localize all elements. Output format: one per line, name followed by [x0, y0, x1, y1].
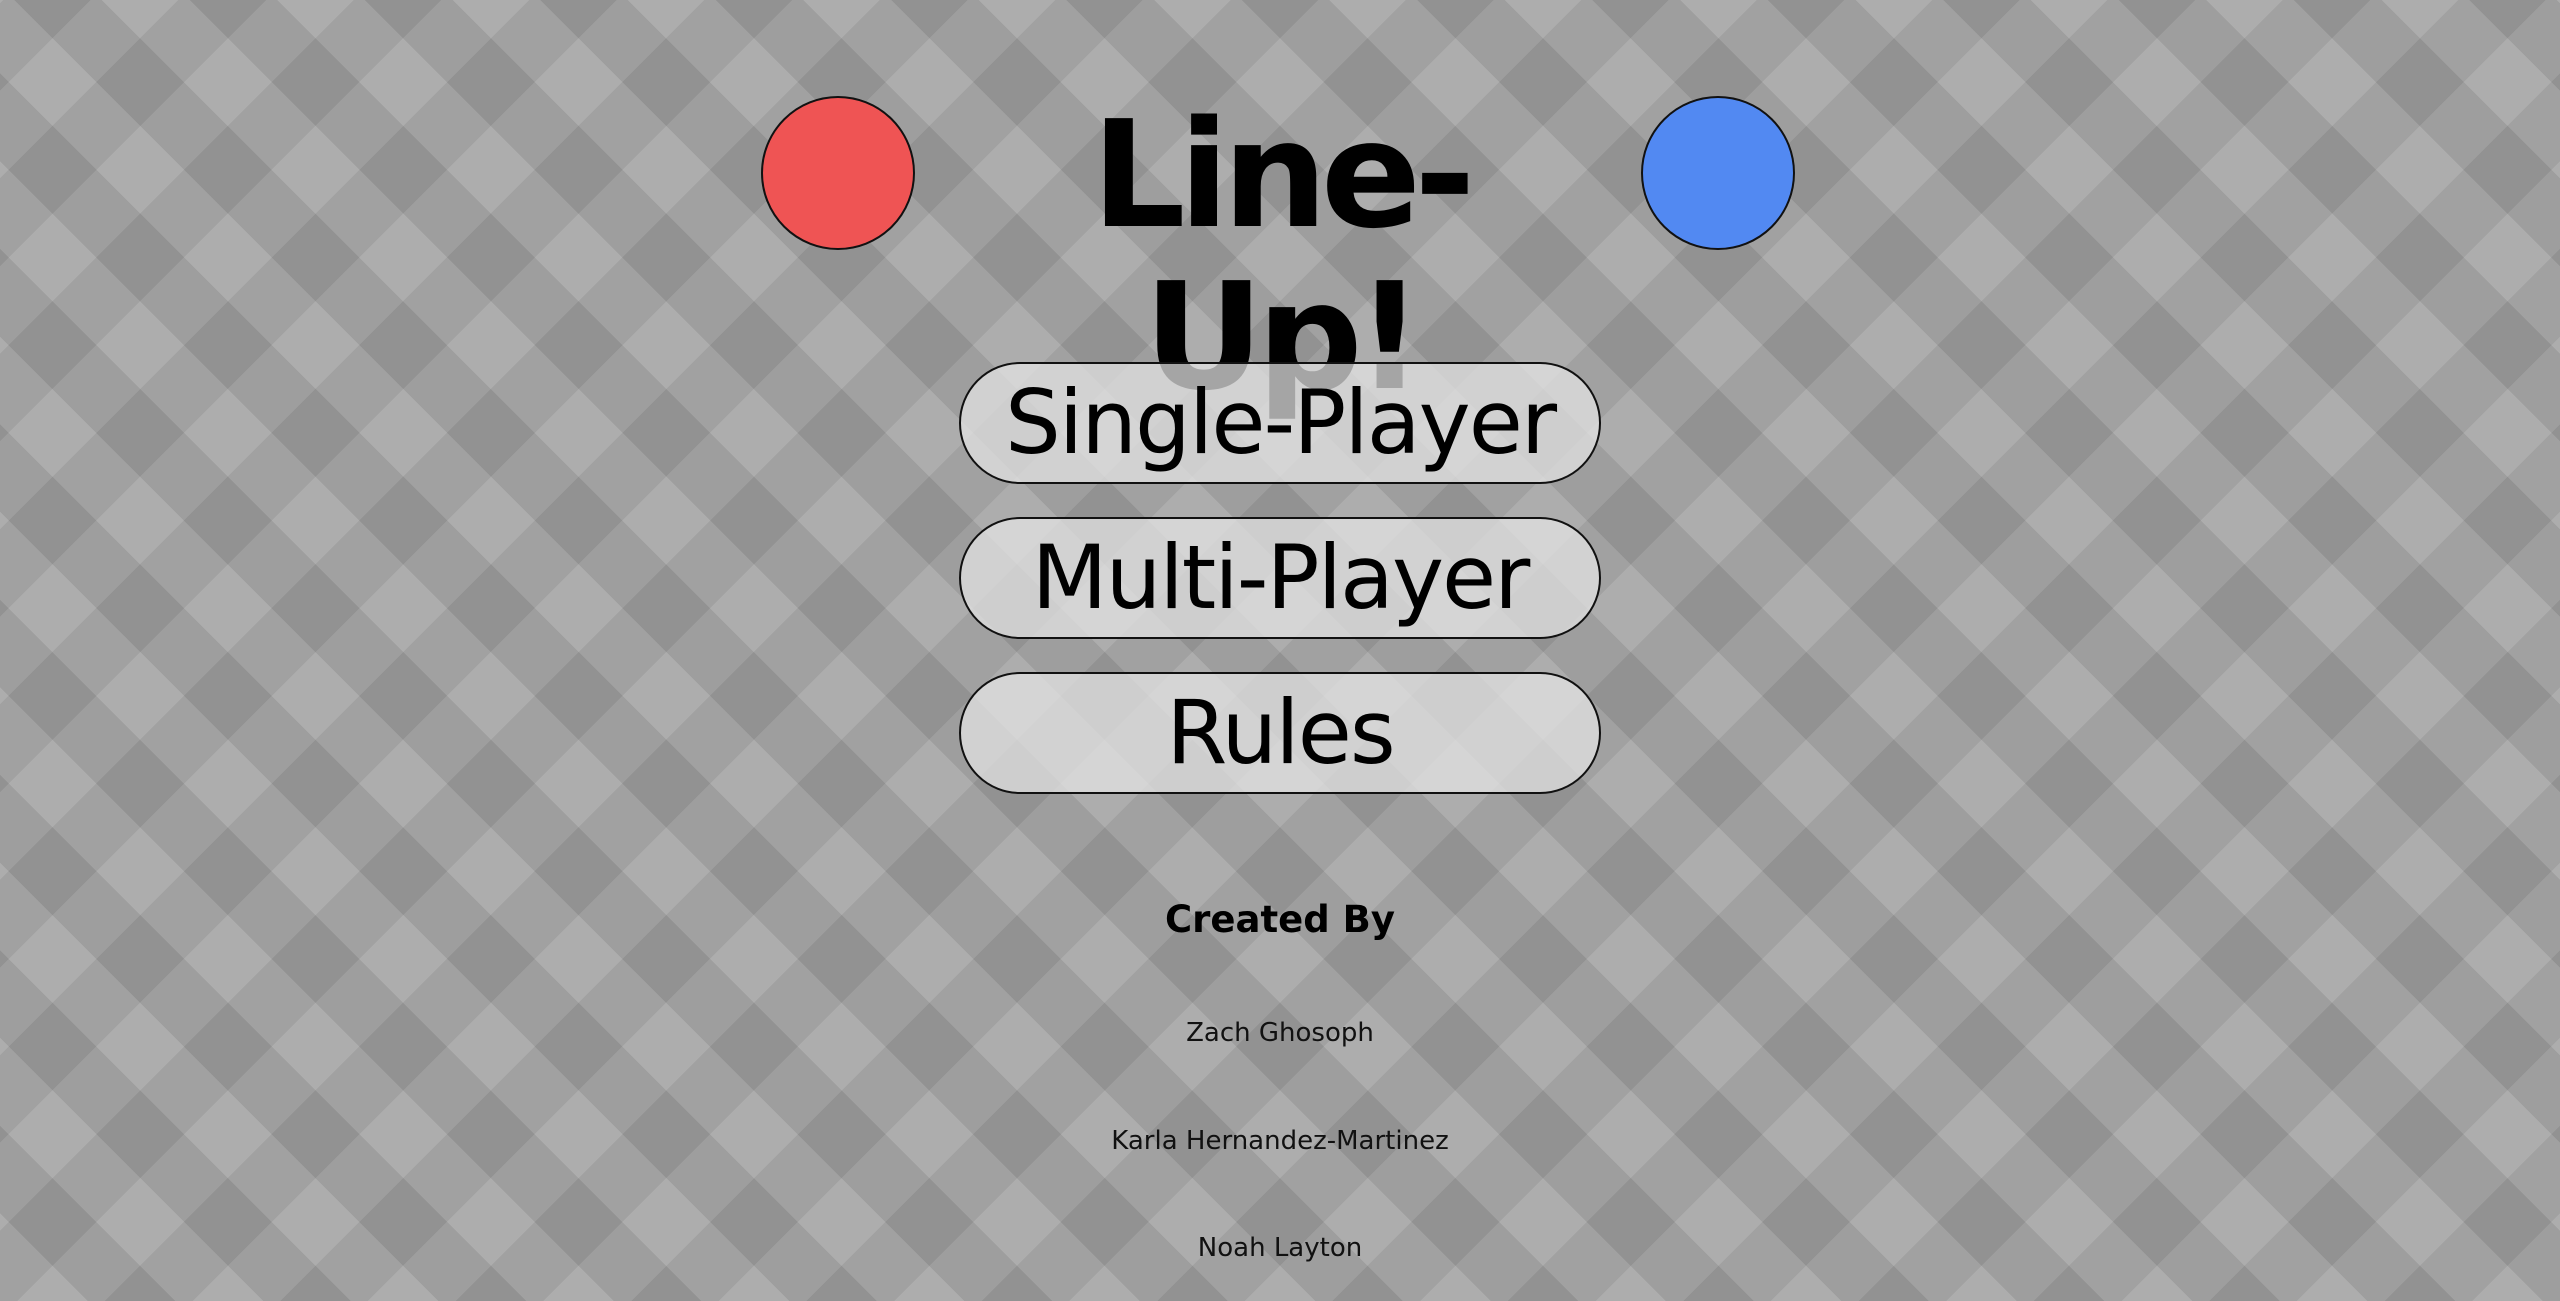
created-by-heading: Created By — [1165, 898, 1395, 941]
author-name: Zach Ghosoph — [1186, 1018, 1374, 1048]
author-name: Karla Hernandez-Martinez — [1111, 1126, 1449, 1156]
author-name: Noah Layton — [1197, 1233, 1363, 1263]
title-row: Line-Up! — [0, 94, 2560, 418]
blue-token-icon — [1641, 96, 1795, 250]
red-token-icon — [761, 96, 915, 250]
rules-button[interactable]: Rules — [959, 672, 1601, 794]
multi-player-button[interactable]: Multi-Player — [959, 517, 1601, 639]
single-player-button[interactable]: Single-Player — [959, 362, 1601, 484]
